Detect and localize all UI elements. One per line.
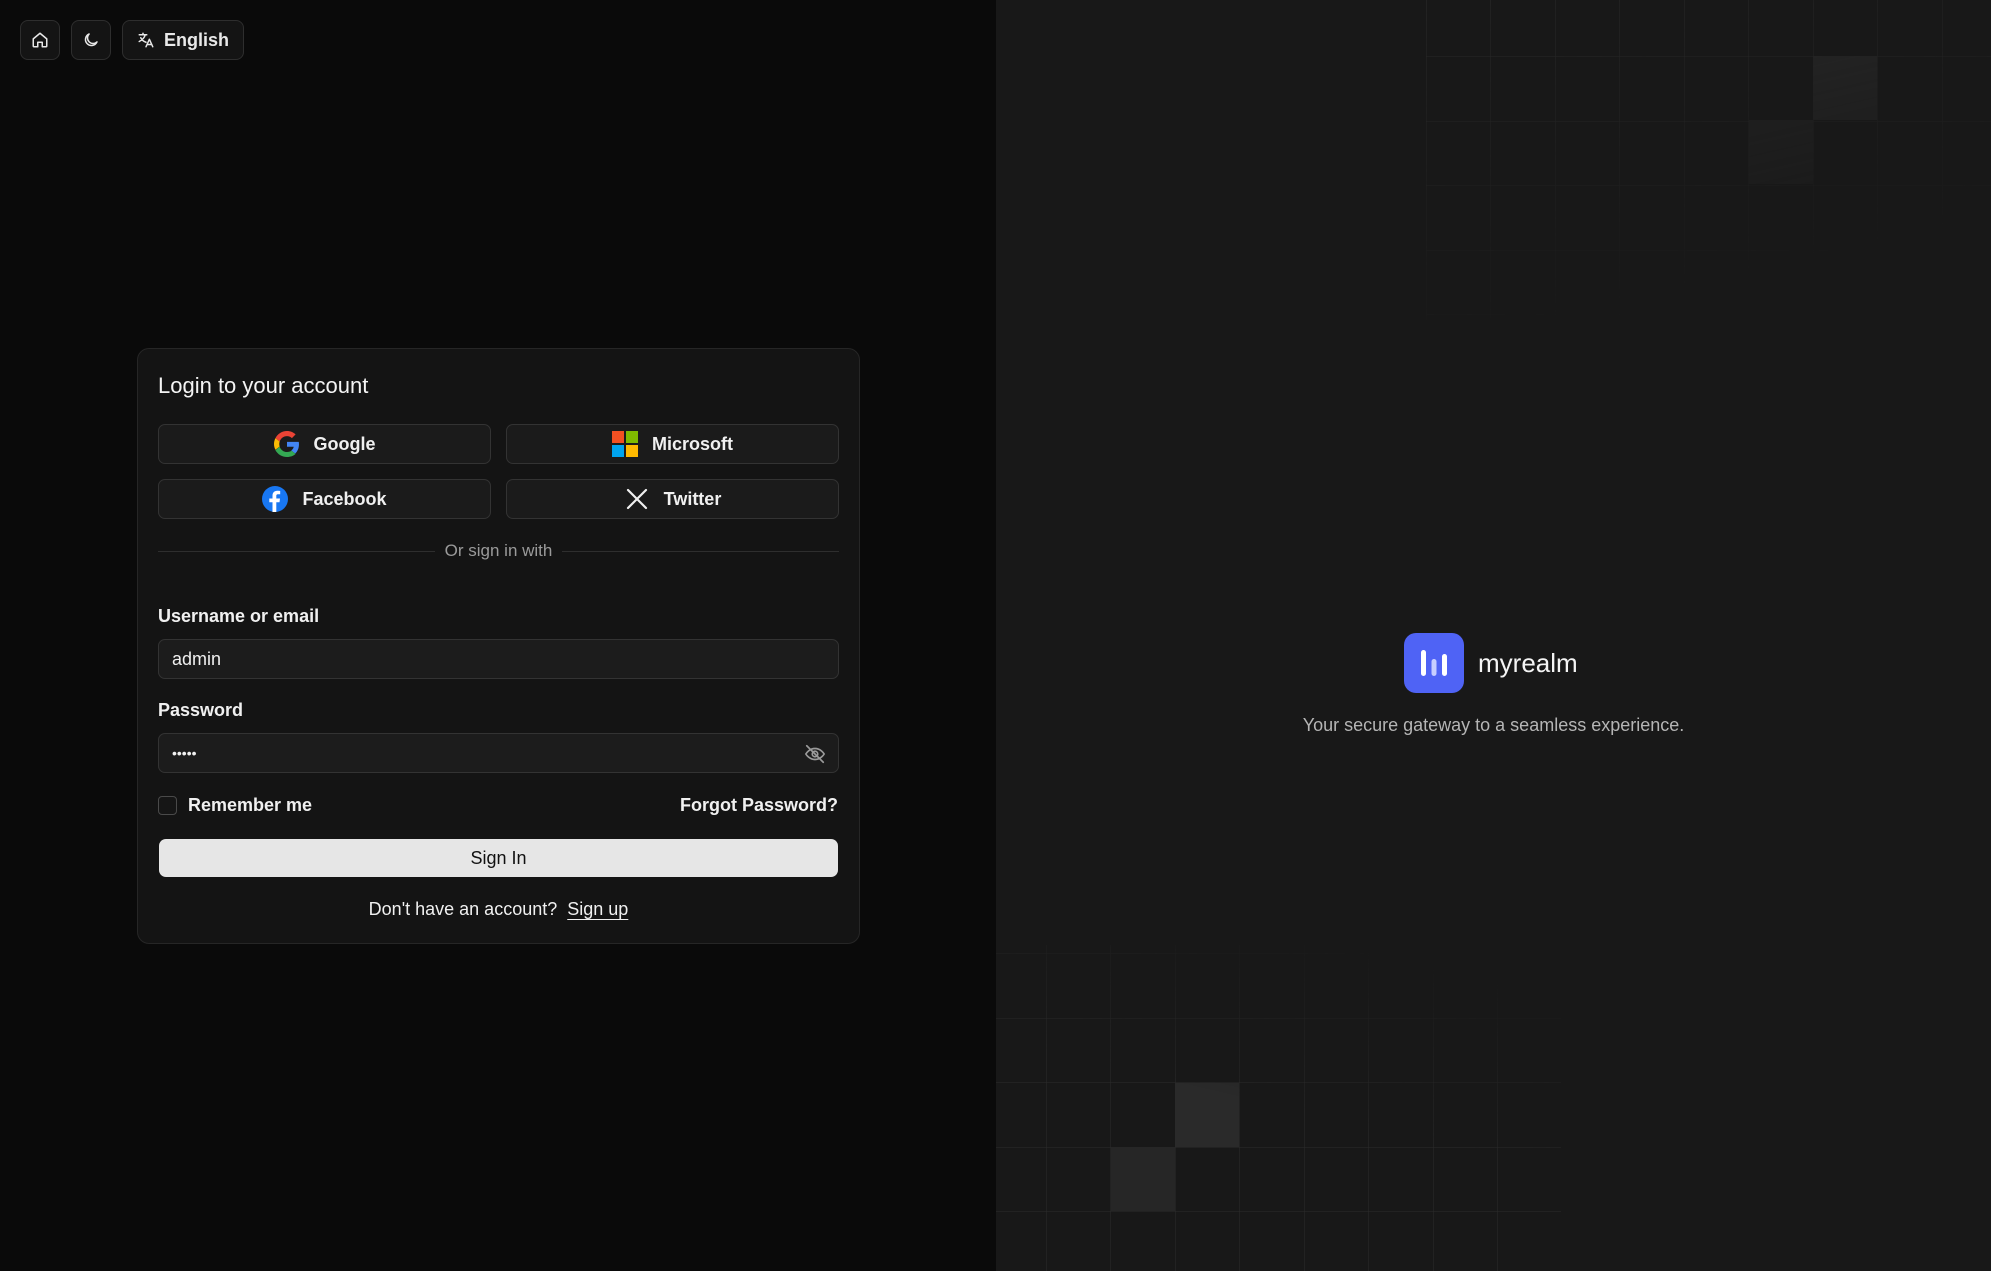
top-controls: English [20, 20, 245, 60]
grid-pattern-bottom [996, 945, 1561, 1271]
or-divider: Or sign in with [158, 541, 840, 561]
facebook-login-button[interactable]: Facebook [158, 479, 491, 519]
microsoft-label: Microsoft [652, 433, 733, 454]
forgot-password-link[interactable]: Forgot Password? [680, 795, 838, 816]
translate-icon [137, 31, 155, 49]
password-input[interactable]: ••••• [158, 733, 839, 773]
brand-tagline: Your secure gateway to a seamless experi… [1302, 715, 1685, 735]
brand-logo-icon [1404, 633, 1464, 693]
microsoft-login-button[interactable]: Microsoft [506, 424, 839, 464]
login-card: Login to your account Google Microsoft F… [137, 348, 860, 944]
x-twitter-icon [624, 486, 650, 512]
facebook-icon [262, 486, 289, 512]
theme-toggle-button[interactable] [71, 20, 111, 60]
brand-pane: myrealm Your secure gateway to a seamles… [996, 0, 1991, 1271]
signup-row: Don't have an account? Sign up [138, 899, 859, 920]
home-icon [31, 31, 49, 49]
remember-me[interactable]: Remember me [158, 795, 312, 816]
sign-up-link[interactable]: Sign up [567, 899, 628, 920]
username-label: Username or email [158, 606, 320, 626]
login-title: Login to your account [158, 373, 369, 398]
username-value: admin [172, 648, 222, 669]
divider-line-right [562, 550, 840, 552]
brand: myrealm [1404, 633, 1578, 693]
divider-line-left [158, 550, 435, 552]
sign-in-button[interactable]: Sign In [159, 839, 838, 877]
divider-text: Or sign in with [444, 541, 553, 560]
remember-label: Remember me [188, 795, 313, 815]
remember-checkbox[interactable] [158, 796, 177, 815]
password-value: ••••• [172, 745, 197, 761]
microsoft-icon [612, 431, 638, 457]
google-icon [273, 431, 300, 457]
brand-name: myrealm [1478, 647, 1578, 678]
eye-off-icon[interactable] [804, 743, 826, 770]
grid-pattern-top [1426, 0, 1991, 320]
home-button[interactable] [20, 20, 60, 60]
google-login-button[interactable]: Google [158, 424, 491, 464]
google-label: Google [313, 433, 376, 454]
facebook-label: Facebook [302, 488, 387, 509]
twitter-login-button[interactable]: Twitter [506, 479, 839, 519]
password-label: Password [158, 700, 244, 720]
moon-icon [82, 31, 100, 49]
language-label: English [164, 29, 230, 50]
username-input[interactable]: admin [158, 639, 839, 679]
login-pane: English Login to your account Google Mic… [0, 0, 996, 1271]
twitter-label: Twitter [663, 488, 722, 509]
signup-prompt: Don't have an account? [368, 899, 558, 919]
language-button[interactable]: English [122, 20, 245, 60]
